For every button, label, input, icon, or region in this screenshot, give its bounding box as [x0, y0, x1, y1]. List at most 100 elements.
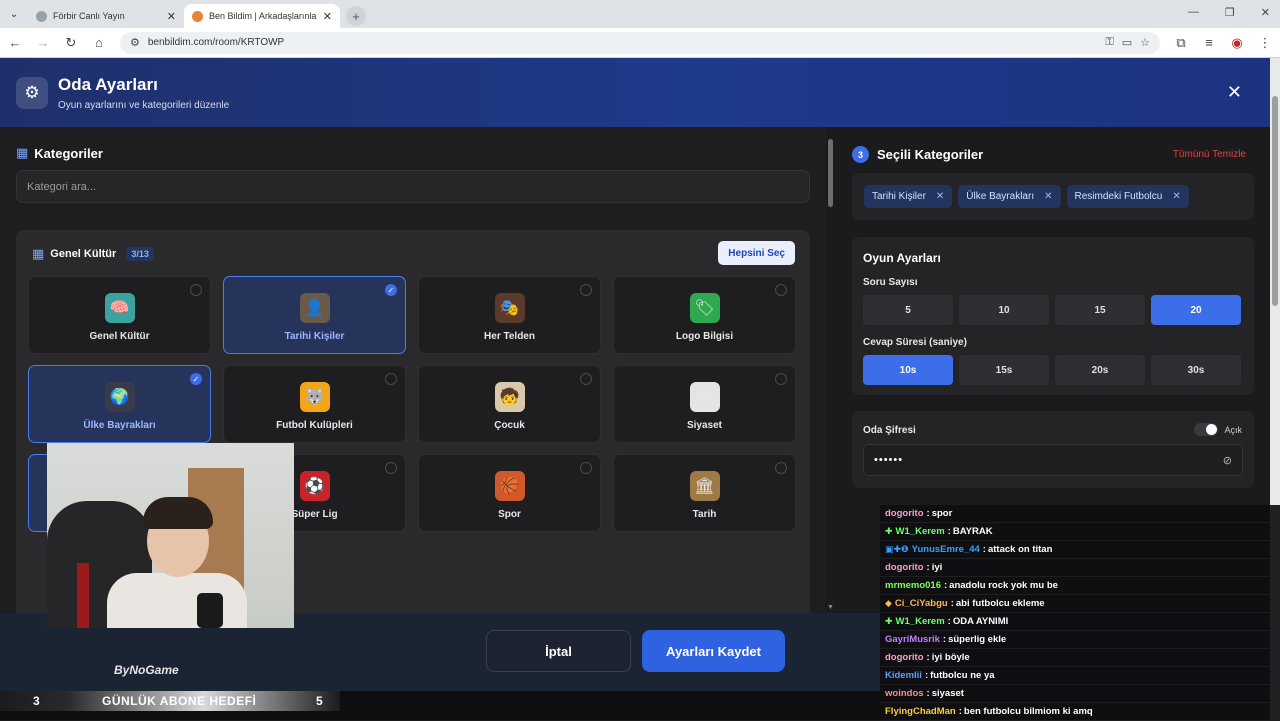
key-icon[interactable]: ⚿	[1105, 36, 1113, 49]
scroll-down-icon[interactable]: ▼	[827, 604, 834, 611]
building-icon: ▦	[16, 145, 29, 160]
selected-heading: 3 Seçili Kategoriler	[852, 146, 983, 163]
webcam-overlay	[47, 443, 294, 628]
chat-username: Ci_CiYabgu	[894, 598, 948, 609]
window-close-icon[interactable]: ✕	[1261, 6, 1270, 19]
menu-icon[interactable]: ⋮	[1258, 35, 1272, 51]
category-label: Ülke Bayrakları	[83, 419, 156, 431]
chip-remove-icon[interactable]: ✕	[936, 191, 944, 202]
selected-chip: Resimdeki Futbolcu ✕	[1066, 185, 1189, 208]
tab-list-icon[interactable]: ⌄	[0, 0, 28, 28]
browser-tab-2[interactable]: Ben Bildim | Arkadaşlarınla Onli ✕	[184, 4, 340, 28]
forward-icon[interactable]: →	[36, 35, 50, 50]
save-settings-button[interactable]: Ayarları Kaydet	[642, 630, 785, 672]
wolf-crest-icon: 🐺	[299, 381, 330, 412]
answer-time-option[interactable]: 15s	[959, 355, 1049, 385]
site-info-icon[interactable]: ⚙	[130, 36, 140, 49]
tab-close-icon[interactable]: ✕	[167, 10, 176, 23]
restore-icon[interactable]: ❐	[1225, 6, 1235, 19]
modal-subtitle: Oyun ayarlarını ve kategorileri düzenle	[58, 99, 230, 111]
answer-time-option[interactable]: 30s	[1151, 355, 1241, 385]
bynogame-logo: ByNoGame	[114, 663, 179, 677]
home-icon[interactable]: ⌂	[92, 35, 106, 50]
question-count-option[interactable]: 20	[1151, 295, 1241, 325]
password-card: Oda Şifresi Açık •••••• ⊘	[852, 411, 1254, 488]
chip-remove-icon[interactable]: ✕	[1172, 191, 1180, 202]
url-text: benbildim.com/room/KRTOWP	[147, 37, 285, 48]
chat-separator: :	[926, 688, 930, 699]
reading-list-icon[interactable]: ≡	[1202, 35, 1216, 50]
subscriber-goal-bar: 3 GÜNLÜK ABONE HEDEFİ 5	[0, 691, 880, 720]
check-icon: ✓	[385, 284, 397, 296]
answer-time-option[interactable]: 10s	[863, 355, 953, 385]
password-value: ••••••	[874, 454, 904, 466]
cast-icon[interactable]: ▭	[1122, 36, 1132, 49]
check-icon: ✓	[190, 373, 202, 385]
chat-text: anadolu rock yok mu be	[949, 580, 1058, 591]
toggle-label: Açık	[1224, 424, 1242, 435]
chat-separator: :	[947, 616, 951, 627]
category-card[interactable]: 🏛 Tarih	[613, 454, 796, 532]
chip-remove-icon[interactable]: ✕	[1044, 191, 1052, 202]
eye-off-icon[interactable]: ⊘	[1223, 454, 1232, 467]
category-card[interactable]: ✓ 🌍 Ülke Bayrakları	[28, 365, 211, 443]
browser-tab-1[interactable]: Förbir Canlı Yayın ✕	[28, 4, 184, 28]
group-name: Genel Kültür	[50, 248, 117, 260]
answer-time-option[interactable]: 20s	[1055, 355, 1145, 385]
clear-all-button[interactable]: Tümünü Temizle	[1173, 149, 1246, 160]
chat-message: dogorito: iyi böyle	[880, 649, 1280, 667]
select-all-button[interactable]: Hepsini Seç	[718, 241, 795, 265]
page-scroll-thumb[interactable]	[1272, 96, 1278, 306]
category-label: Genel Kültür	[89, 330, 150, 342]
address-bar[interactable]: ⚙ benbildim.com/room/KRTOWP ⚿ ▭ ☆	[120, 31, 1160, 54]
password-input[interactable]: •••••• ⊘	[863, 444, 1243, 476]
category-card[interactable]: 🏀 Spor	[418, 454, 601, 532]
category-card[interactable]: 🎭 Her Telden	[418, 276, 601, 354]
categories-scrollbar[interactable]: ▼	[826, 127, 836, 613]
cancel-button[interactable]: İptal	[486, 630, 631, 672]
chat-message: Kidemlii: futbolcu ne ya	[880, 667, 1280, 685]
question-count-option[interactable]: 5	[863, 295, 953, 325]
question-count-label: Soru Sayısı	[863, 277, 918, 288]
radio-icon	[385, 462, 397, 474]
bookmark-star-icon[interactable]: ☆	[1140, 36, 1150, 49]
category-card[interactable]: ✓ 👤 Tarihi Kişiler	[223, 276, 406, 354]
category-search-input[interactable]: Kategori ara...	[16, 170, 810, 203]
category-card[interactable]: 🧠 Genel Kültür	[28, 276, 211, 354]
question-count-option[interactable]: 10	[959, 295, 1049, 325]
close-icon[interactable]: ✕	[1227, 82, 1242, 103]
scroll-thumb[interactable]	[828, 139, 833, 207]
categories-title: Kategoriler	[34, 145, 103, 161]
chat-message: ✚ W1_Kerem: ODA AYNIMI	[880, 613, 1280, 631]
radio-icon	[775, 373, 787, 385]
chat-separator: :	[958, 706, 962, 717]
category-label: Tarih	[692, 508, 717, 520]
password-toggle[interactable]	[1194, 423, 1219, 436]
chat-separator: :	[924, 670, 929, 681]
question-count-options: 5 10 15 20	[863, 295, 1243, 325]
brain-icon: 🧠	[104, 292, 135, 323]
profile-icon[interactable]: ◉	[1230, 35, 1244, 51]
chat-text: süperlig ekle	[948, 634, 1007, 645]
category-card[interactable]: 🏛 Siyaset	[613, 365, 796, 443]
new-tab-icon[interactable]: +	[346, 6, 366, 26]
back-icon[interactable]: ←	[8, 35, 22, 50]
minimize-icon[interactable]: —	[1188, 6, 1199, 19]
category-card[interactable]: 🧒 Çocuk	[418, 365, 601, 443]
question-count-option[interactable]: 15	[1055, 295, 1145, 325]
category-card[interactable]: 🏷 Logo Bilgisi	[613, 276, 796, 354]
streamer-body	[107, 573, 247, 628]
mixed-icon: 🎭	[494, 292, 525, 323]
chat-text: iyi	[931, 562, 943, 573]
categories-heading: ▦ Kategoriler	[16, 145, 103, 161]
chip-label: Resimdeki Futbolcu	[1074, 191, 1163, 202]
reload-icon[interactable]: ↻	[64, 35, 78, 51]
selected-chip: Tarihi Kişiler ✕	[864, 185, 953, 208]
tab-close-icon[interactable]: ✕	[323, 10, 332, 23]
radio-icon	[775, 284, 787, 296]
category-card[interactable]: 🐺 Futbol Kulüpleri	[223, 365, 406, 443]
chat-message: dogorito: spor	[880, 505, 1280, 523]
goal-target: 5	[316, 694, 323, 708]
extensions-icon[interactable]: ⧉	[1174, 35, 1188, 51]
kid-icon: 🧒	[494, 381, 525, 412]
